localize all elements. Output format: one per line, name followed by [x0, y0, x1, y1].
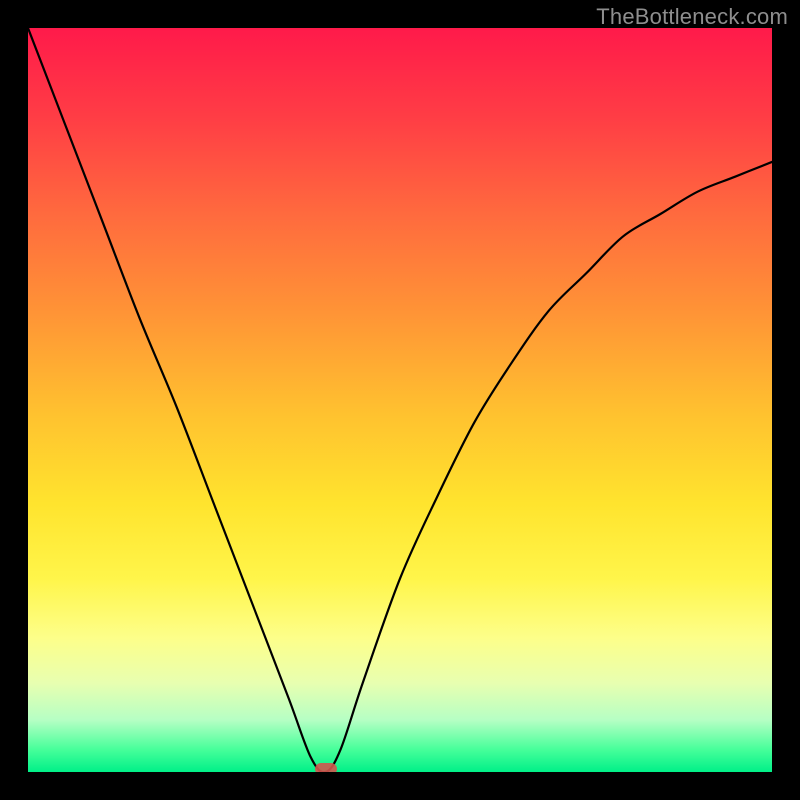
bottleneck-curve [28, 28, 772, 772]
chart-frame: TheBottleneck.com [0, 0, 800, 800]
plot-area [28, 28, 772, 772]
optimal-point-marker [315, 763, 337, 772]
watermark-text: TheBottleneck.com [596, 4, 788, 30]
